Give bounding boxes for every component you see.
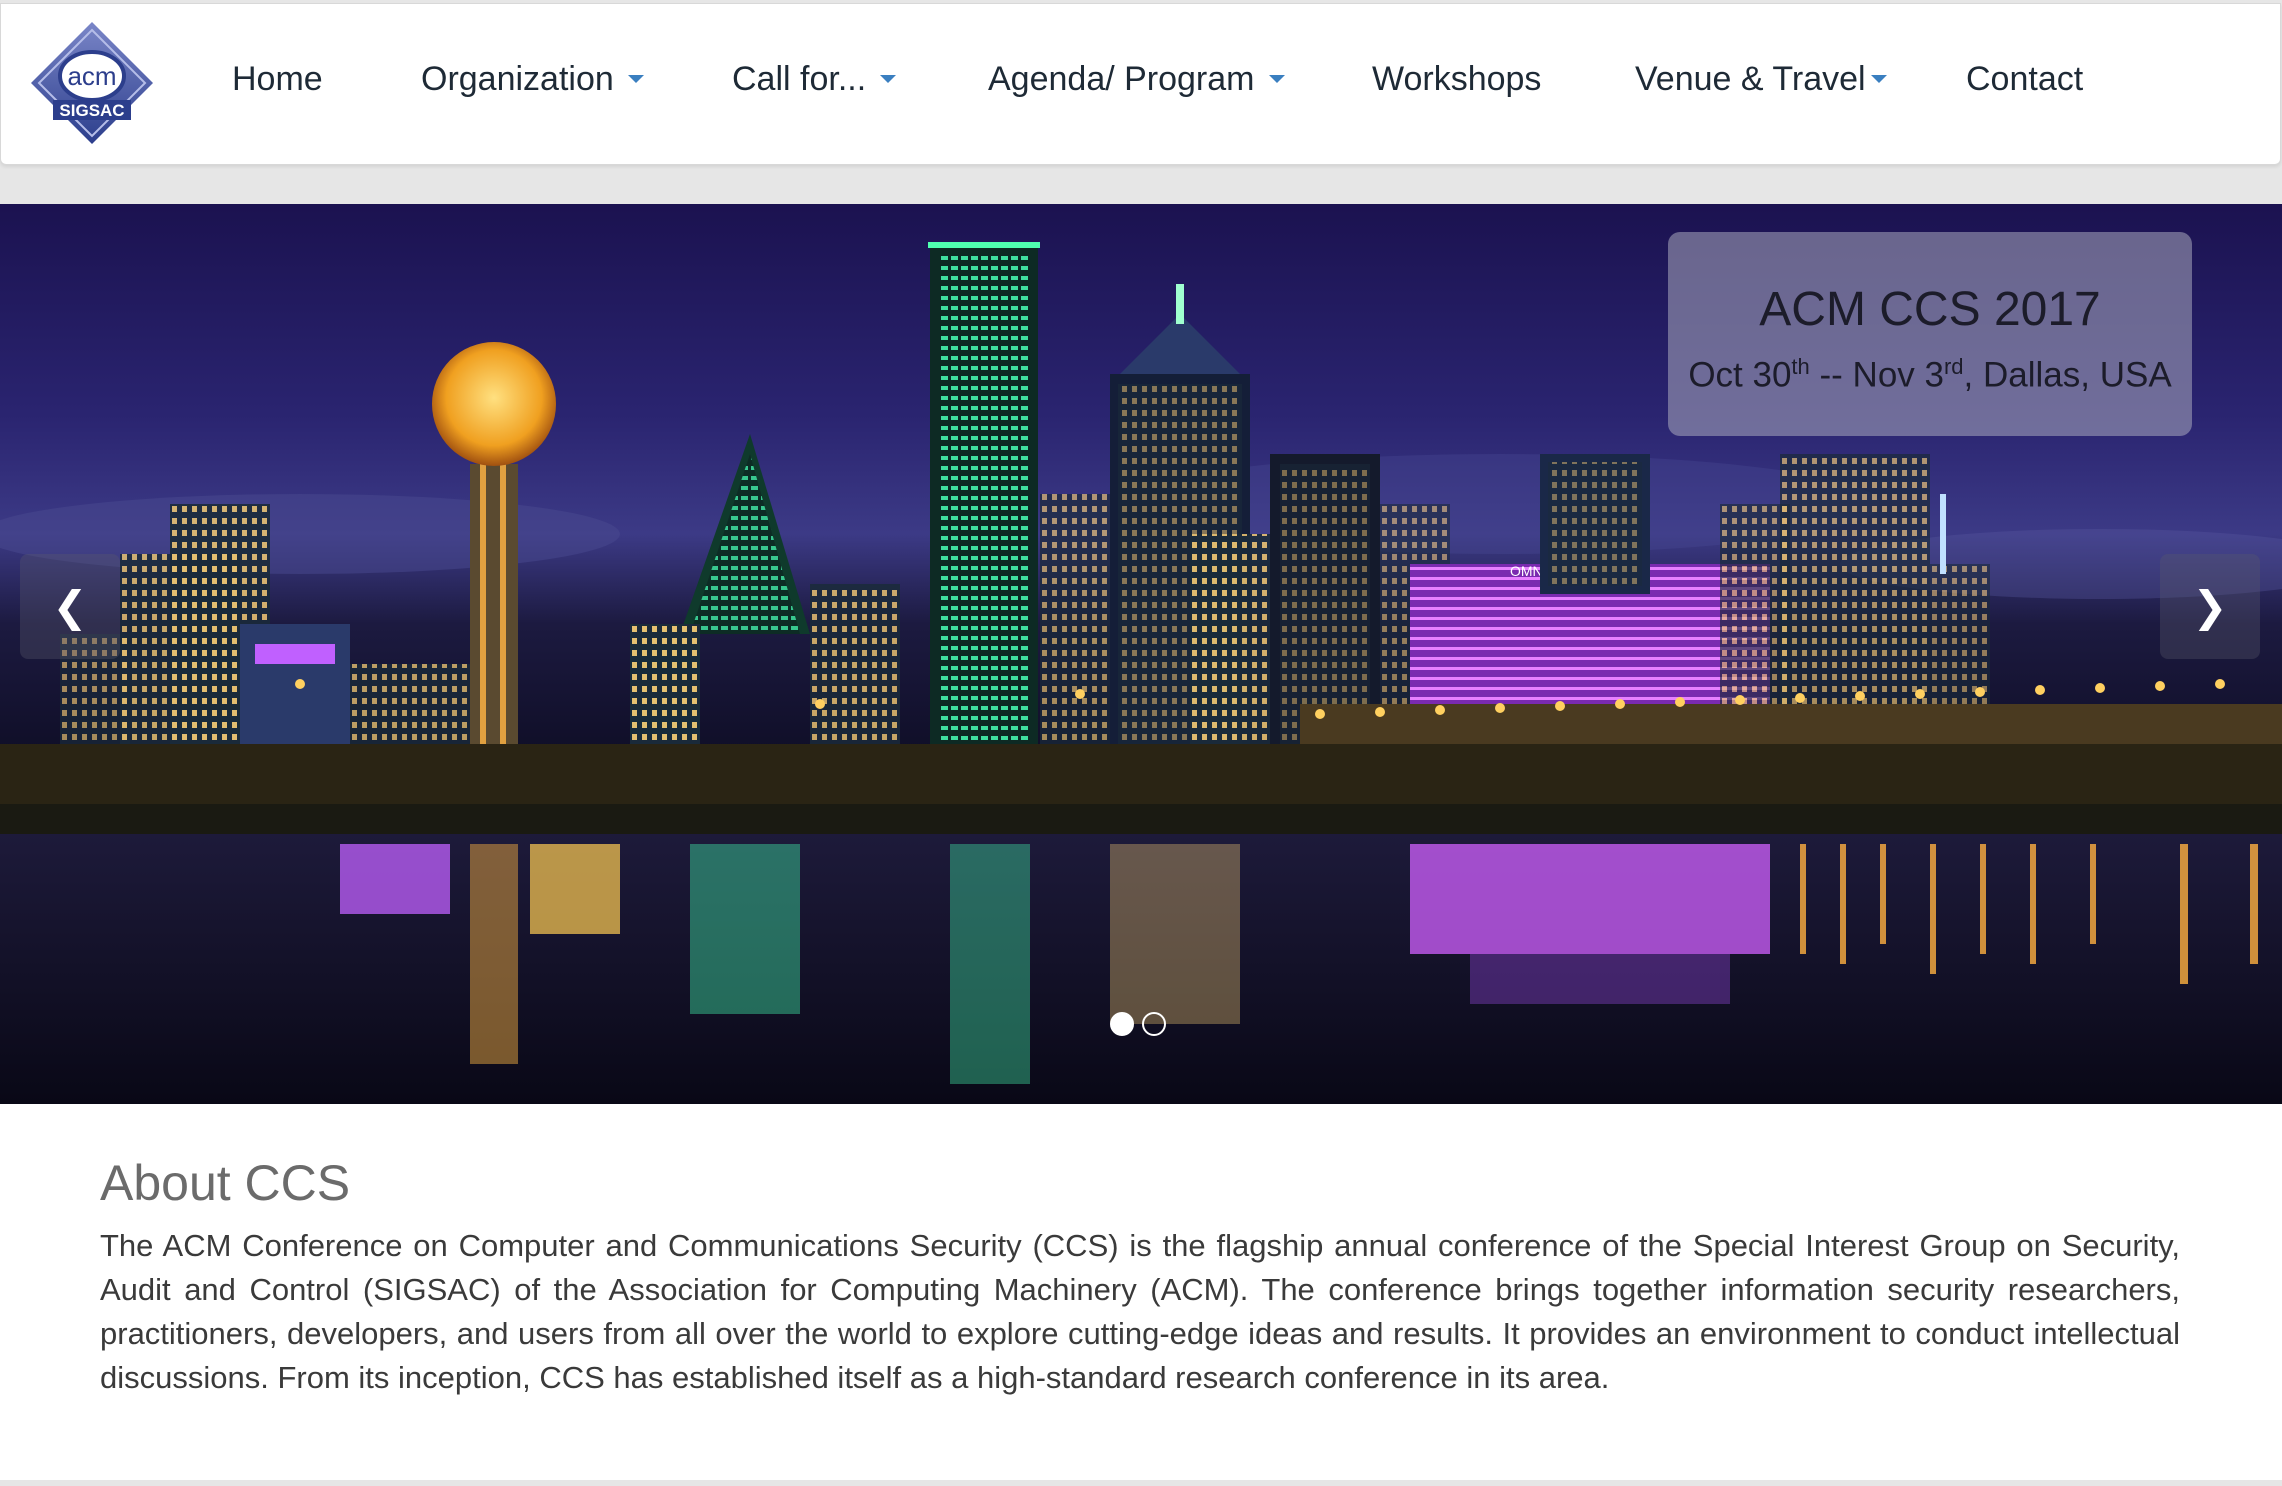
caret-down-icon [627, 75, 644, 84]
caret-down-icon [1870, 75, 1887, 84]
date-end-suffix: rd [1943, 354, 1964, 379]
conference-location: , Dallas, USA [1963, 355, 2172, 395]
carousel-indicator-2[interactable] [1142, 1012, 1166, 1036]
carousel-indicator-1[interactable] [1110, 1012, 1134, 1036]
nav-organization-label: Organization [421, 60, 614, 98]
nav-workshops[interactable]: Workshops [1372, 54, 1541, 104]
carousel-indicators [1110, 1012, 1174, 1038]
nav-home-label: Home [232, 60, 323, 98]
nav-organization[interactable]: Organization [421, 54, 644, 104]
main-nav: Home Organization Call for... Agenda/ Pr… [1, 4, 2280, 154]
top-navbar: acm SIGSAC Home Organization Call for...… [0, 3, 2281, 165]
nav-call-for[interactable]: Call for... [732, 54, 897, 104]
nav-contact-label: Contact [1966, 60, 2084, 98]
nav-agenda-program[interactable]: Agenda/ Program [988, 54, 1285, 104]
nav-call-for-label: Call for... [732, 60, 867, 98]
about-section: About CCS The ACM Conference on Computer… [0, 1104, 2282, 1486]
chevron-left-icon: ❮ [52, 583, 88, 630]
date-start-suffix: th [1791, 354, 1810, 379]
carousel-next-button[interactable]: ❯ [2160, 554, 2260, 659]
nav-agenda-program-label: Agenda/ Program [988, 60, 1255, 98]
date-start: Oct 30 [1688, 355, 1792, 395]
conference-title: ACM CCS 2017 [1759, 283, 2101, 336]
nav-workshops-label: Workshops [1372, 60, 1542, 98]
nav-contact[interactable]: Contact [1966, 54, 2083, 104]
nav-venue-travel[interactable]: Venue & Travel [1635, 54, 1887, 104]
caret-down-icon [880, 75, 897, 84]
caret-down-icon [1268, 75, 1285, 84]
nav-home[interactable]: Home [232, 54, 323, 104]
about-description: The ACM Conference on Computer and Commu… [100, 1228, 2180, 1395]
hero-carousel: OMNI HOTEL [0, 204, 2282, 1104]
nav-venue-travel-label: Venue & Travel [1635, 60, 1866, 98]
carousel-prev-button[interactable]: ❮ [20, 554, 120, 659]
conference-dates-location: Oct 30th -- Nov 3rd, Dallas, USA [1668, 346, 2192, 397]
about-heading: About CCS [100, 1155, 351, 1211]
hero-caption: ACM CCS 2017 Oct 30th -- Nov 3rd, Dallas… [1668, 232, 2192, 436]
page-bottom-edge [0, 1480, 2282, 1486]
chevron-right-icon: ❯ [2192, 583, 2228, 630]
date-separator: -- Nov 3 [1809, 355, 1944, 395]
